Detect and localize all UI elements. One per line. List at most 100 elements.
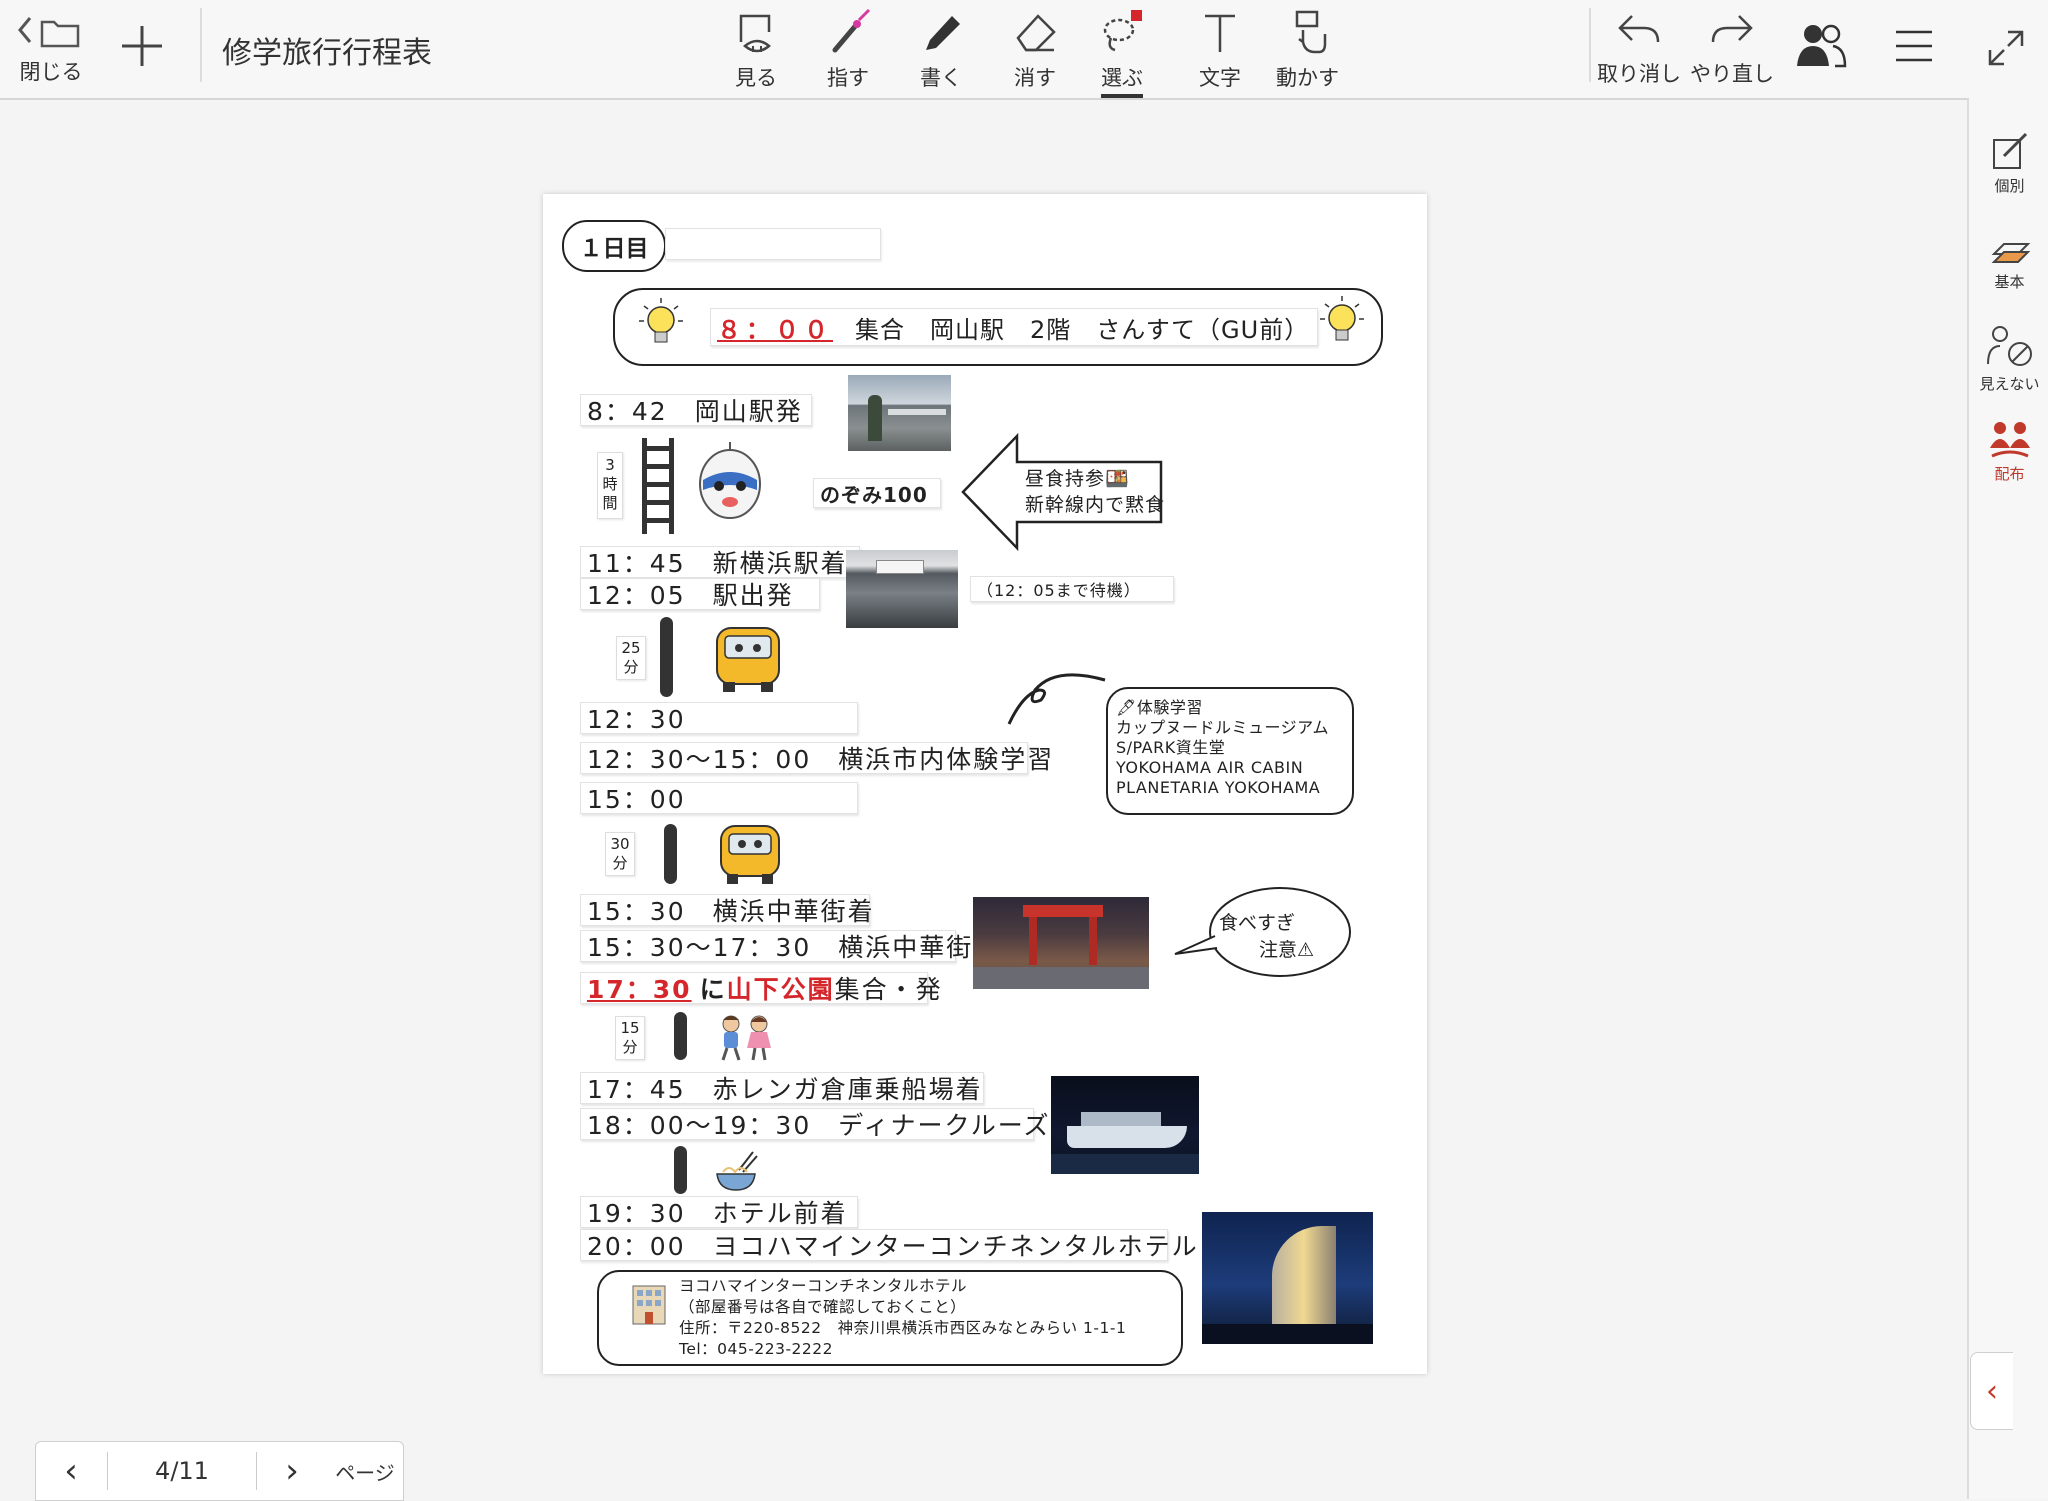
tool-label: 書く bbox=[920, 66, 962, 90]
tool-select-button[interactable]: 選ぶ bbox=[1097, 8, 1147, 98]
lunch-note: 昼食持参🍱 新幹線内で黙食 bbox=[1025, 466, 1165, 518]
rail-hidden-button[interactable]: 見えない bbox=[1969, 324, 2048, 394]
day-label: １日目 bbox=[562, 220, 666, 272]
schedule-okayama: 8：42 岡山駅発 bbox=[580, 394, 812, 426]
taiken-line: YOKOHAMA AIR CABIN bbox=[1116, 758, 1304, 777]
duration-3h: 3 時 間 bbox=[597, 452, 623, 519]
text-icon bbox=[1205, 14, 1235, 52]
shinkansen-icon bbox=[699, 442, 761, 519]
lasso-icon bbox=[1103, 10, 1142, 52]
bus-icon bbox=[720, 825, 780, 884]
cruise-ship-photo bbox=[1051, 1076, 1199, 1174]
duration-25min: 25 分 bbox=[616, 636, 646, 680]
undo-button[interactable]: 取り消し bbox=[1597, 8, 1681, 88]
tool-label: 消す bbox=[1014, 66, 1056, 90]
schedule-shinyokohama-depart: 12：05 駅出発 bbox=[580, 578, 820, 610]
tabesugi-line: 注意⚠ bbox=[1259, 939, 1315, 961]
lightbulb-icon bbox=[1320, 296, 1364, 341]
rail-label: 見えない bbox=[1979, 375, 2040, 393]
redo-label: やり直し bbox=[1690, 62, 1774, 86]
rail-basic-button[interactable]: 基本 bbox=[1969, 232, 2048, 292]
duration-text: 間 bbox=[602, 494, 618, 512]
gate-pillar-shape bbox=[1089, 917, 1097, 965]
lightbulb-icon bbox=[639, 298, 683, 343]
statue-shape bbox=[868, 395, 882, 441]
rail-track-icon bbox=[642, 438, 674, 534]
rail-individual-button[interactable]: 個別 bbox=[1969, 132, 2048, 196]
gate-roof-shape bbox=[1023, 905, 1103, 917]
tool-point-button[interactable]: 指す bbox=[823, 8, 873, 92]
tool-text-button[interactable]: 文字 bbox=[1195, 8, 1245, 92]
timeline-bar bbox=[674, 1012, 687, 1060]
redo-button[interactable]: やり直し bbox=[1690, 8, 1774, 88]
timeline-bar bbox=[674, 1146, 687, 1194]
water-shape bbox=[1051, 1154, 1199, 1174]
rail-distribute-button[interactable]: 配布 bbox=[1969, 420, 2048, 484]
wait-note: （12：05まで待機） bbox=[970, 576, 1174, 602]
tool-label: 選ぶ bbox=[1101, 62, 1143, 98]
add-button[interactable] bbox=[118, 22, 166, 70]
tool-erase-button[interactable]: 消す bbox=[1010, 8, 1060, 92]
crowd-shape bbox=[973, 967, 1149, 989]
page-indicator[interactable]: 4/11 bbox=[108, 1442, 256, 1500]
gather-time: 17：30 bbox=[587, 975, 692, 1004]
timeline-bar bbox=[660, 617, 673, 697]
next-page-button[interactable]: › bbox=[257, 1442, 327, 1500]
schedule-shinyokohama-arrive: 11：45 新横浜駅着 bbox=[580, 546, 860, 578]
tool-write-button[interactable]: 書く bbox=[916, 8, 966, 92]
menu-button[interactable] bbox=[1894, 26, 1934, 66]
close-button[interactable]: 閉じる bbox=[16, 10, 86, 86]
close-label: 閉じる bbox=[19, 60, 83, 84]
duration-text: 30 bbox=[610, 835, 630, 853]
gather-rest: 集合・発 bbox=[834, 975, 943, 1004]
duration-text: 分 bbox=[622, 1038, 638, 1056]
tabesugi-line: 食べすぎ bbox=[1219, 912, 1296, 934]
schedule-hotel-arrive: 19：30 ホテル前着 bbox=[580, 1196, 858, 1228]
hamburger-menu-icon bbox=[1896, 30, 1932, 62]
pointer-icon bbox=[832, 8, 871, 53]
tabesugi-note: 食べすぎ 注意⚠ bbox=[1219, 910, 1314, 964]
tool-move-button[interactable]: 動かす bbox=[1276, 8, 1339, 92]
back-folder-icon bbox=[18, 17, 80, 48]
hotel-water-shape bbox=[1202, 1324, 1373, 1344]
rail-label: 個別 bbox=[1994, 177, 2025, 195]
ship-hull-shape bbox=[1067, 1126, 1187, 1148]
duration-text: 25 bbox=[621, 639, 641, 657]
schedule-taiken: 12：30～15：00 横浜市内体験学習 bbox=[580, 742, 1052, 774]
meeting-place: 集合 岡山駅 2階 さんすて（GU前） bbox=[855, 315, 1310, 344]
roof-shape bbox=[888, 409, 946, 415]
undo-icon bbox=[1618, 15, 1660, 43]
prev-page-button[interactable]: ‹ bbox=[36, 1442, 106, 1500]
schedule-1230: 12：30 bbox=[580, 702, 858, 734]
chinatown-gate-photo bbox=[973, 897, 1149, 989]
taiken-line: 🖋体験学習 bbox=[1116, 698, 1203, 717]
document-title: 修学旅行行程表 bbox=[222, 36, 432, 71]
duration-text: 15 bbox=[620, 1019, 640, 1037]
hotel-info-text: ヨコハマインターコンチネンタルホテル （部屋番号は各自で確認しておくこと） 住所… bbox=[679, 1276, 1126, 1360]
tool-label: 動かす bbox=[1276, 66, 1339, 90]
users-button[interactable] bbox=[1795, 22, 1847, 70]
duration-30min: 30 分 bbox=[605, 832, 635, 876]
walking-kids-icon bbox=[721, 1015, 771, 1061]
plus-icon bbox=[122, 26, 162, 66]
page-navigator: ‹ 4/11 › ページ bbox=[35, 1441, 404, 1501]
tool-view-button[interactable]: 見る bbox=[731, 8, 781, 92]
tool-label: 指す bbox=[827, 66, 869, 90]
hotel-info-line: ヨコハマインターコンチネンタルホテル bbox=[679, 1277, 968, 1295]
chevron-left-icon: ‹ bbox=[1986, 1373, 1998, 1409]
schedule-akarenga: 17：45 赤レンガ倉庫乗船場着 bbox=[580, 1072, 984, 1104]
chevron-right-icon: › bbox=[285, 1451, 299, 1491]
eraser-icon bbox=[1016, 14, 1056, 52]
okayama-station-photo bbox=[848, 375, 951, 451]
document-page[interactable]: １日目 ８：００ 集合 岡山駅 2階 さんすて（GU前） 8：42 岡山駅発 3… bbox=[543, 194, 1427, 1374]
empty-label-box bbox=[665, 228, 881, 260]
expand-button[interactable] bbox=[1988, 30, 2024, 66]
duration-text: 3 bbox=[605, 456, 615, 474]
duration-text: 分 bbox=[612, 854, 628, 872]
timeline-bar bbox=[664, 824, 677, 884]
panel-collapse-tab[interactable]: ‹ bbox=[1970, 1352, 2013, 1430]
distribute-icon bbox=[1989, 422, 2030, 458]
duration-text: 時 bbox=[602, 475, 618, 493]
gate-pillar-shape bbox=[1029, 917, 1037, 965]
hotel-photo bbox=[1202, 1212, 1373, 1344]
